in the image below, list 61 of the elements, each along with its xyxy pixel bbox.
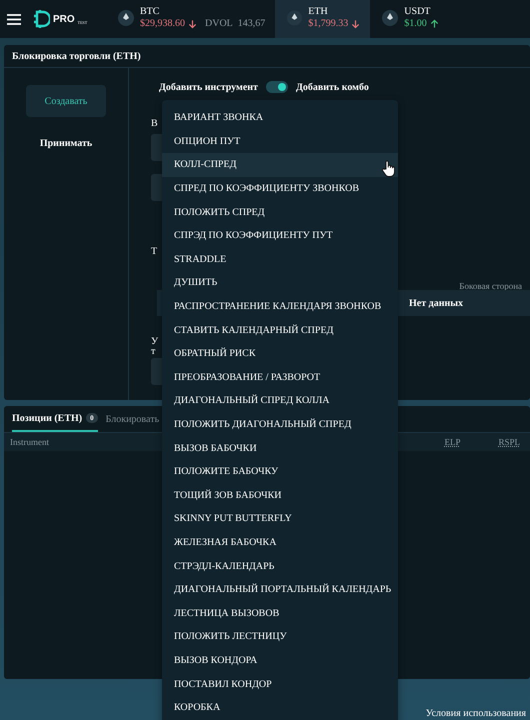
field-label: У <box>151 336 158 347</box>
menu-item[interactable]: ПОЛОЖИТЬ СПРЕД <box>162 200 398 224</box>
menu-item[interactable]: ПОЛОЖИТЬ ЛЕСТНИЦУ <box>162 625 398 649</box>
menu-item[interactable]: ДИАГОНАЛЬНЫЙ СПРЕД КОЛЛА <box>162 389 398 413</box>
menu-item[interactable]: ПОСТАВИЛ КОНДОР <box>162 672 398 696</box>
toggle-label: Добавить комбо <box>296 82 369 92</box>
terms-link[interactable]: Условия использования <box>426 708 526 719</box>
column-label: Боковая сторона <box>459 281 522 291</box>
menu-item[interactable]: ЛЕСТНИЦА ВЫЗОВОВ <box>162 601 398 626</box>
field-label: т <box>151 346 156 357</box>
toggle-label: Добавить инструмент <box>159 82 258 92</box>
menu-item[interactable]: КОРОБКА <box>162 696 398 720</box>
menu-item[interactable]: ТОЩИЙ ЗОВ БАБОЧКИ <box>162 484 398 508</box>
menu-item[interactable]: КОЛЛ-СПРЕД <box>162 153 398 177</box>
menu-item[interactable]: SKINNY PUT BUTTERFLY <box>162 507 398 531</box>
ticker-symbol: USDT <box>404 6 432 17</box>
menu-item[interactable]: ОПЦИОН ПУТ <box>162 130 398 154</box>
field-label: Т <box>151 246 158 257</box>
menu-item[interactable]: ОБРАТНЫЙ РИСК <box>162 342 398 366</box>
logo-icon <box>34 10 50 28</box>
menu-item[interactable]: ДИАГОНАЛЬНЫЙ ПОРТАЛЬНЫЙ КАЛЕНДАРЬ <box>162 578 398 602</box>
menu-item[interactable]: РАСПРОСТРАНЕНИЕ КАЛЕНДАРЯ ЗВОНКОВ <box>162 294 398 318</box>
menu-item[interactable]: ВЫЗОВ БАБОЧКИ <box>162 436 398 460</box>
side-menu-item[interactable]: Создавать <box>26 85 106 117</box>
menu-item[interactable]: ПОЛОЖИТЕ БАБОЧКУ <box>162 460 398 484</box>
column-header: Instrument <box>10 437 50 447</box>
ticker-price: $1,799.33 <box>308 18 348 29</box>
toggle-switch[interactable] <box>266 81 288 93</box>
column-header: RSPL <box>498 437 520 447</box>
ticker-tab[interactable]: BTC $29,938.60 DVOL 143,67 <box>106 0 276 38</box>
side-menu-item[interactable]: Принимать <box>26 127 106 159</box>
menu-item[interactable]: STRADDLE <box>162 248 398 272</box>
menu-item[interactable]: ЖЕЛЕЗНАЯ БАБОЧКА <box>162 530 398 554</box>
menu-icon[interactable] <box>7 14 21 24</box>
coin-icon <box>118 10 134 26</box>
coin-icon <box>382 10 398 26</box>
panel-title: Блокировка торговли (ETH) <box>12 50 141 62</box>
coin-icon <box>287 10 302 26</box>
menu-item[interactable]: ВЫЗОВ КОНДОРА <box>162 648 398 672</box>
menu-item[interactable]: ПРЕОБРАЗОВАНИЕ / РАЗВОРОТ <box>162 366 398 390</box>
logo-text: PRO <box>53 14 75 24</box>
menu-item[interactable]: СПРЕД ПО КОЭФФИЦИЕНТУ ЗВОНКОВ <box>162 176 398 200</box>
positions-tab[interactable]: Блокировать <box>106 406 160 432</box>
field-label: В <box>151 118 158 129</box>
ticker-price: $1.00 <box>404 18 427 29</box>
ticker-tab[interactable]: ETH $1,799.33 <box>275 0 370 38</box>
column-header: ELP <box>444 437 460 447</box>
ticker-tab[interactable]: USDT $1.00 <box>370 0 449 38</box>
hand-cursor-icon <box>382 160 395 178</box>
menu-item[interactable]: СТРЭДЛ-КАЛЕНДАРЬ <box>162 554 398 578</box>
empty-text: Нет данных <box>409 298 464 308</box>
menu-item[interactable]: ДУШИТЬ <box>162 271 398 295</box>
ticker-symbol: ETH <box>308 6 329 17</box>
menu-item[interactable]: СТАВИТЬ КАЛЕНДАРНЫЙ СПРЕД <box>162 318 398 342</box>
menu-item[interactable]: ВАРИАНТ ЗВОНКА <box>162 106 398 130</box>
ticker-price: $29,938.60 <box>140 18 185 29</box>
dvol-value: 143,67 <box>238 18 266 29</box>
menu-item[interactable]: СПРЭД ПО КОЭФФИЦИЕНТУ ПУТ <box>162 224 398 248</box>
dvol-label: DVOL <box>205 18 233 29</box>
menu-item[interactable]: ПОЛОЖИТЬ ДИАГОНАЛЬНЫЙ СПРЕД <box>162 412 398 436</box>
ticker-symbol: BTC <box>140 6 160 17</box>
